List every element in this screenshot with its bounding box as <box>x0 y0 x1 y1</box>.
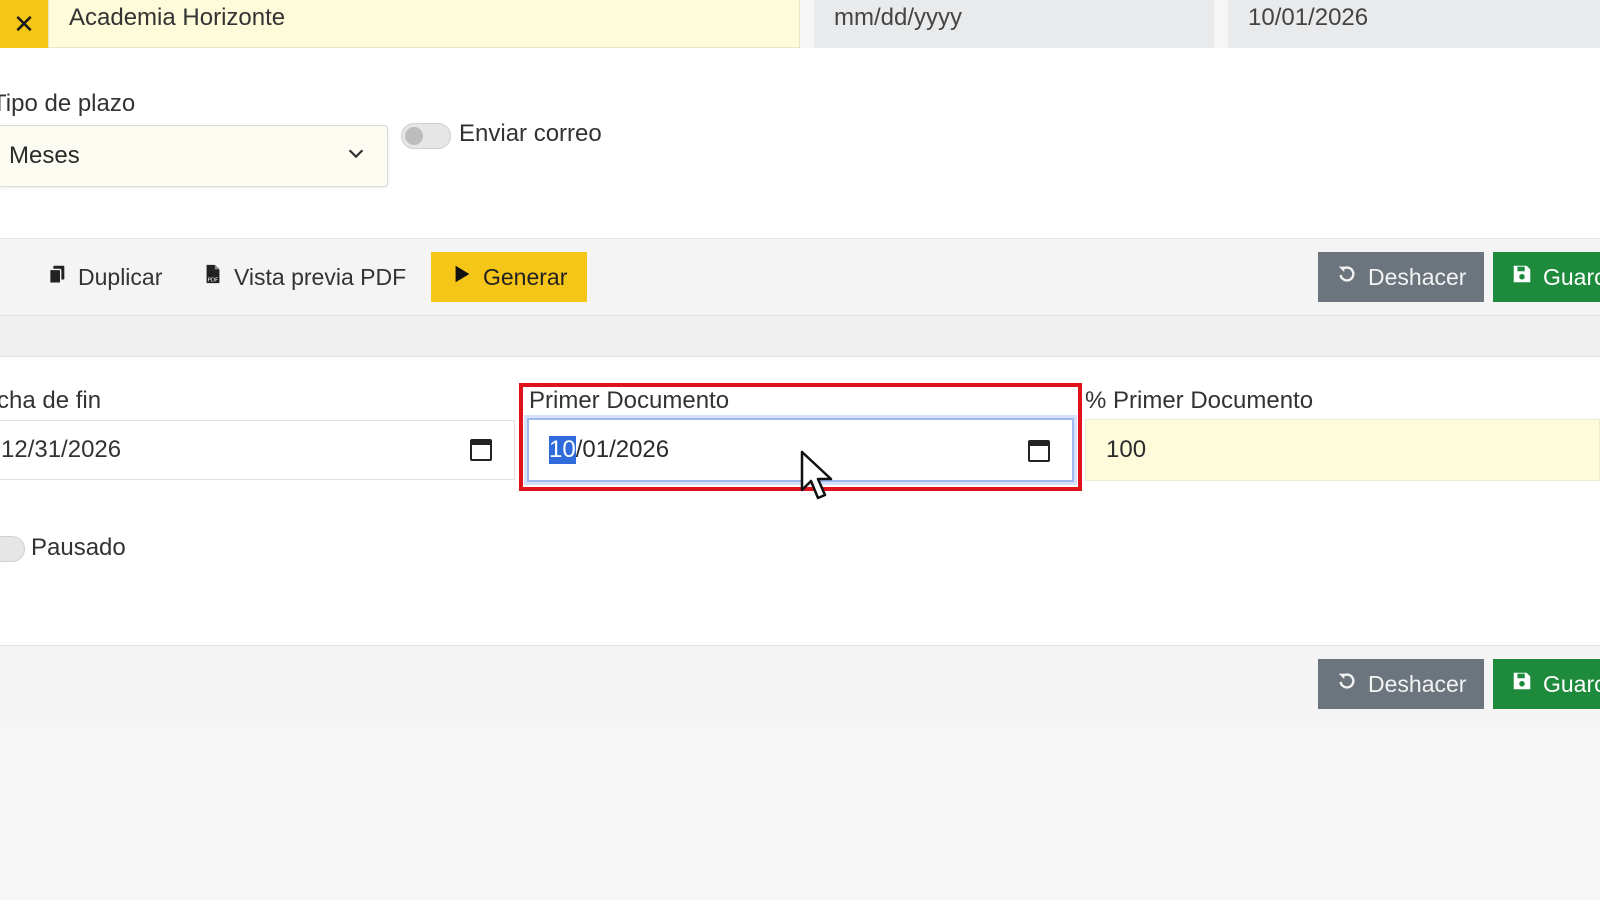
first-document-percent-label: % Primer Documento <box>1085 387 1314 414</box>
undo-label: Deshacer <box>1368 670 1467 697</box>
term-type-select[interactable]: Meses <box>0 125 388 187</box>
paused-label: Pausado <box>31 534 126 561</box>
undo-button[interactable]: Deshacer <box>1318 252 1485 302</box>
date-field[interactable]: 10/01/2026 <box>1228 0 1600 48</box>
pdf-preview-button[interactable]: PDF Vista previa PDF <box>202 252 406 302</box>
close-icon: ✕ <box>13 8 35 39</box>
section-gap <box>0 316 1600 356</box>
end-date-input[interactable]: 12/31/2026 <box>0 420 515 480</box>
end-date-value: 12/31/2026 <box>1 436 122 463</box>
pdf-preview-label: Vista previa PDF <box>234 263 407 290</box>
save-button-bottom[interactable]: Guarc <box>1493 659 1600 709</box>
send-email-toggle[interactable] <box>401 123 451 149</box>
close-client-button[interactable]: ✕ <box>0 0 48 48</box>
undo-label: Deshacer <box>1368 263 1467 290</box>
send-email-label: Enviar correo <box>459 120 602 147</box>
generate-label: Generar <box>483 263 568 290</box>
chevron-down-icon <box>345 142 367 171</box>
duplicate-button[interactable]: Duplicar <box>46 252 162 302</box>
generate-button[interactable]: Generar <box>431 252 588 302</box>
mouse-cursor-icon <box>800 450 840 511</box>
undo-button-bottom[interactable]: Deshacer <box>1318 659 1485 709</box>
save-label: Guarc <box>1543 263 1600 290</box>
save-label: Guarc <box>1543 670 1600 697</box>
duplicate-label: Duplicar <box>78 263 163 290</box>
save-icon <box>1511 263 1533 291</box>
play-icon <box>451 263 473 291</box>
undo-icon <box>1336 263 1358 291</box>
term-type-value: Meses <box>9 142 80 169</box>
term-type-label: Tipo de plazo <box>0 90 136 117</box>
page-background <box>0 721 1600 900</box>
first-document-percent-input[interactable]: 100 <box>1085 419 1600 481</box>
end-date-label: cha de fin <box>0 387 102 414</box>
start-date-field[interactable]: mm/dd/yyyy <box>814 0 1214 48</box>
undo-icon <box>1336 670 1358 698</box>
copy-icon <box>46 263 68 291</box>
client-field[interactable]: Academia Horizonte <box>48 0 800 48</box>
paused-toggle[interactable] <box>0 536 25 562</box>
save-button[interactable]: Guarc <box>1493 252 1600 302</box>
calendar-icon[interactable] <box>470 439 492 461</box>
svg-text:PDF: PDF <box>208 277 219 283</box>
pdf-file-icon: PDF <box>202 263 224 291</box>
save-icon <box>1511 670 1533 698</box>
